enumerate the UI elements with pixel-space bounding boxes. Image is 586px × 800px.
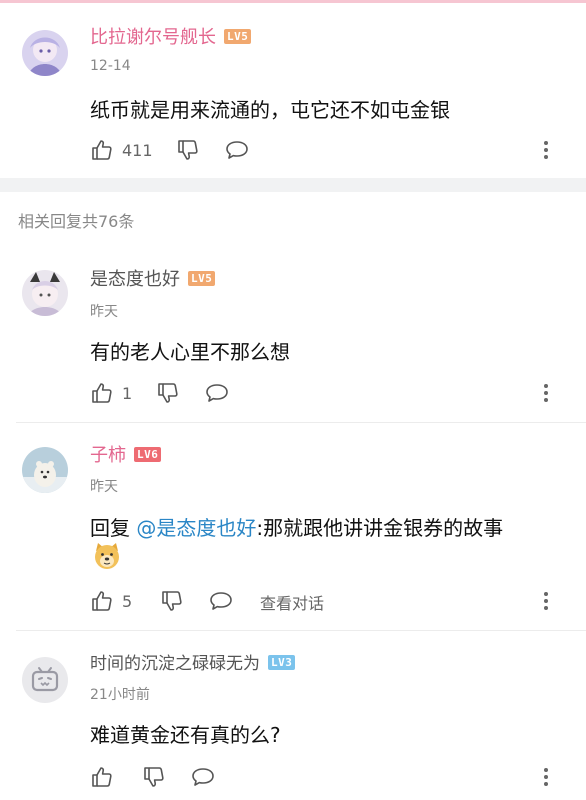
mention-link[interactable]: @是态度也好 [136,516,256,540]
more-options-button[interactable] [542,589,550,613]
like-button[interactable]: 1 [90,381,132,405]
main-comment: 比拉谢尔号舰长 LV5 12-14 纸币就是用来流通的，屯它还不如屯金银 411 [0,0,586,178]
reply-button[interactable] [208,589,234,613]
username[interactable]: 比拉谢尔号舰长 LV5 [90,27,252,49]
avatar[interactable] [22,657,68,703]
level-badge: LV5 [188,271,216,286]
thumb-down-icon [178,140,198,160]
username-text[interactable]: 是态度也好 [90,269,180,290]
avatar[interactable] [22,447,68,493]
reply-text: 难道黄金还有真的么? [90,723,281,747]
reply-text: 回复 @是态度也好:那就跟他讲讲金银券的故事 [90,512,503,541]
section-separator [0,178,586,192]
comment-bubble-icon [206,384,228,402]
thumb-up-icon [92,383,112,403]
reply-actions: 1 [90,381,580,405]
username[interactable]: 子柿 LV6 [90,445,162,467]
more-options-button[interactable] [542,381,550,405]
level-badge: LV6 [134,447,162,462]
reply-button[interactable] [224,138,250,162]
reply-item: 是态度也好 LV5 昨天 有的老人心里不那么想 1 [0,240,586,420]
thumb-up-icon [92,140,112,160]
like-button[interactable] [90,765,114,789]
reply-actions [90,765,580,789]
thumb-down-icon [144,767,164,787]
like-count: 1 [122,383,133,403]
more-options-button[interactable] [542,765,550,789]
level-badge: LV5 [224,29,252,44]
reply-button[interactable] [190,765,216,789]
reply-time: 21小时前 [90,687,150,703]
reply-item: 时间的沉淀之碌碌无为 LV3 21小时前 难道黄金还有真的么? [0,631,586,800]
username-text[interactable]: 比拉谢尔号舰长 [90,27,216,48]
more-vertical-icon [544,768,548,786]
more-vertical-icon [544,141,548,159]
more-vertical-icon [544,384,548,402]
view-conversation-link[interactable]: 查看对话 [260,590,324,614]
reply-prefix: 回复 [90,516,137,540]
comment-bubble-icon [192,768,214,786]
dislike-button[interactable] [156,381,180,405]
username-text[interactable]: 子柿 [90,445,126,466]
reply-text: 有的老人心里不那么想 [90,340,290,364]
like-count: 5 [122,591,133,611]
comment-bubble-icon [226,141,248,159]
dislike-button[interactable] [160,589,184,613]
username-text[interactable]: 时间的沉淀之碌碌无为 [90,654,260,674]
reply-time: 昨天 [90,479,118,495]
thumb-up-icon [92,767,112,787]
more-vertical-icon [544,592,548,610]
level-badge: LV3 [268,655,296,670]
comment-text: 纸币就是用来流通的，屯它还不如屯金银 [90,98,450,122]
reply-time: 昨天 [90,304,118,320]
thumb-down-icon [158,383,178,403]
reply-item: 子柿 LV6 昨天 回复 @是态度也好:那就跟他讲讲金银券的故事 5 查看对话 [0,423,586,633]
thumb-down-icon [162,591,182,611]
like-button[interactable]: 5 [90,589,132,613]
comment-actions: 411 [90,138,580,162]
avatar[interactable] [22,270,68,316]
like-count: 411 [122,140,153,160]
dislike-button[interactable] [176,138,200,162]
replies-count-header: 相关回复共76条 [18,212,135,231]
username[interactable]: 是态度也好 LV5 [90,269,216,291]
reply-body: :那就跟他讲讲金银券的故事 [256,516,504,540]
comment-time: 12-14 [90,58,131,74]
username[interactable]: 时间的沉淀之碌碌无为 LV3 [90,653,296,675]
thumb-up-icon [92,591,112,611]
reply-button[interactable] [204,381,230,405]
doge-emoji [92,541,122,571]
dislike-button[interactable] [142,765,166,789]
comment-bubble-icon [210,592,232,610]
like-button[interactable]: 411 [90,138,153,162]
avatar[interactable] [22,30,68,76]
reply-actions: 5 查看对话 [90,589,580,613]
more-options-button[interactable] [542,138,550,162]
